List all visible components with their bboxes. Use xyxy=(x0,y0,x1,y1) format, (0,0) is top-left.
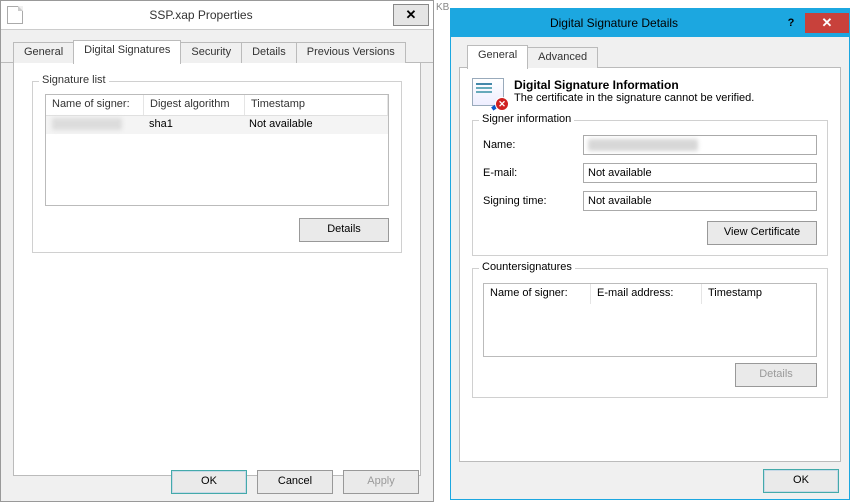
apply-button: Apply xyxy=(343,470,419,494)
col-digest-algorithm[interactable]: Digest algorithm xyxy=(144,95,245,115)
name-field[interactable] xyxy=(583,135,817,155)
help-button[interactable]: ? xyxy=(777,13,805,33)
properties-buttons: OK Cancel Apply xyxy=(171,470,419,494)
email-label: E-mail: xyxy=(483,167,583,179)
tab-general[interactable]: General xyxy=(467,45,528,69)
signature-tabs: General Advanced xyxy=(459,45,841,68)
signature-info-text: The certificate in the signature cannot … xyxy=(514,92,754,104)
cs-col-timestamp[interactable]: Timestamp xyxy=(702,284,816,304)
tab-details[interactable]: Details xyxy=(241,42,297,63)
cell-digest-algorithm: sha1 xyxy=(143,116,243,134)
signature-list[interactable]: Name of signer: Digest algorithm Timesta… xyxy=(45,94,389,206)
countersignatures-table[interactable]: Name of signer: E-mail address: Timestam… xyxy=(483,283,817,357)
name-label: Name: xyxy=(483,139,583,151)
signature-info: ✕ Digital Signature Information The cert… xyxy=(472,78,828,106)
cancel-button[interactable]: Cancel xyxy=(257,470,333,494)
properties-titlebar: SSP.xap Properties ✕ xyxy=(1,1,433,30)
cs-col-name[interactable]: Name of signer: xyxy=(484,284,591,304)
redacted-name xyxy=(52,118,122,130)
kb-label: KB xyxy=(436,2,449,13)
details-button[interactable]: Details xyxy=(299,218,389,242)
tab-previous-versions[interactable]: Previous Versions xyxy=(296,42,406,63)
signature-list-header: Name of signer: Digest algorithm Timesta… xyxy=(46,95,388,116)
properties-window: SSP.xap Properties ✕ General Digital Sig… xyxy=(0,0,434,502)
signature-panel: ✕ Digital Signature Information The cert… xyxy=(459,68,841,462)
email-field[interactable]: Not available xyxy=(583,163,817,183)
tab-digital-signatures[interactable]: Digital Signatures xyxy=(73,40,181,64)
signing-time-field[interactable]: Not available xyxy=(583,191,817,211)
close-button[interactable]: ✕ xyxy=(805,13,849,33)
cs-col-email[interactable]: E-mail address: xyxy=(591,284,702,304)
signature-title: Digital Signature Details xyxy=(451,16,777,30)
ok-button[interactable]: OK xyxy=(171,470,247,494)
cell-signer-name xyxy=(46,116,143,134)
col-timestamp[interactable]: Timestamp xyxy=(245,95,388,115)
view-certificate-button[interactable]: View Certificate xyxy=(707,221,817,245)
signature-list-label: Signature list xyxy=(39,74,109,86)
col-signer-name[interactable]: Name of signer: xyxy=(46,95,144,115)
signer-information-group: Signer information Name: E-mail: Not ava… xyxy=(472,120,828,256)
properties-title: SSP.xap Properties xyxy=(9,8,393,22)
ok-button[interactable]: OK xyxy=(763,469,839,493)
signature-titlebar: Digital Signature Details ? ✕ xyxy=(451,9,849,37)
countersignatures-header: Name of signer: E-mail address: Timestam… xyxy=(484,284,816,304)
countersignatures-group: Countersignatures Name of signer: E-mail… xyxy=(472,268,828,398)
signer-group-label: Signer information xyxy=(479,113,574,125)
properties-panel: Signature list Name of signer: Digest al… xyxy=(13,63,421,476)
cell-timestamp: Not available xyxy=(243,116,388,134)
document-icon xyxy=(7,6,23,24)
signature-row[interactable]: sha1 Not available xyxy=(46,116,388,134)
signature-body: General Advanced ✕ Digital Signature Inf… xyxy=(451,37,849,499)
certificate-error-icon: ✕ xyxy=(472,78,504,106)
redacted-name xyxy=(588,139,698,151)
tab-advanced[interactable]: Advanced xyxy=(527,47,598,68)
signing-time-label: Signing time: xyxy=(483,195,583,207)
tab-general[interactable]: General xyxy=(13,42,74,63)
close-button[interactable]: ✕ xyxy=(393,4,429,26)
cs-details-button: Details xyxy=(735,363,817,387)
countersignatures-label: Countersignatures xyxy=(479,261,575,273)
signature-details-window: Digital Signature Details ? ✕ General Ad… xyxy=(450,8,850,500)
properties-tabs: General Digital Signatures Security Deta… xyxy=(1,30,433,63)
signature-list-group: Signature list Name of signer: Digest al… xyxy=(32,81,402,253)
signature-info-heading: Digital Signature Information xyxy=(514,78,754,92)
tab-security[interactable]: Security xyxy=(180,42,242,63)
